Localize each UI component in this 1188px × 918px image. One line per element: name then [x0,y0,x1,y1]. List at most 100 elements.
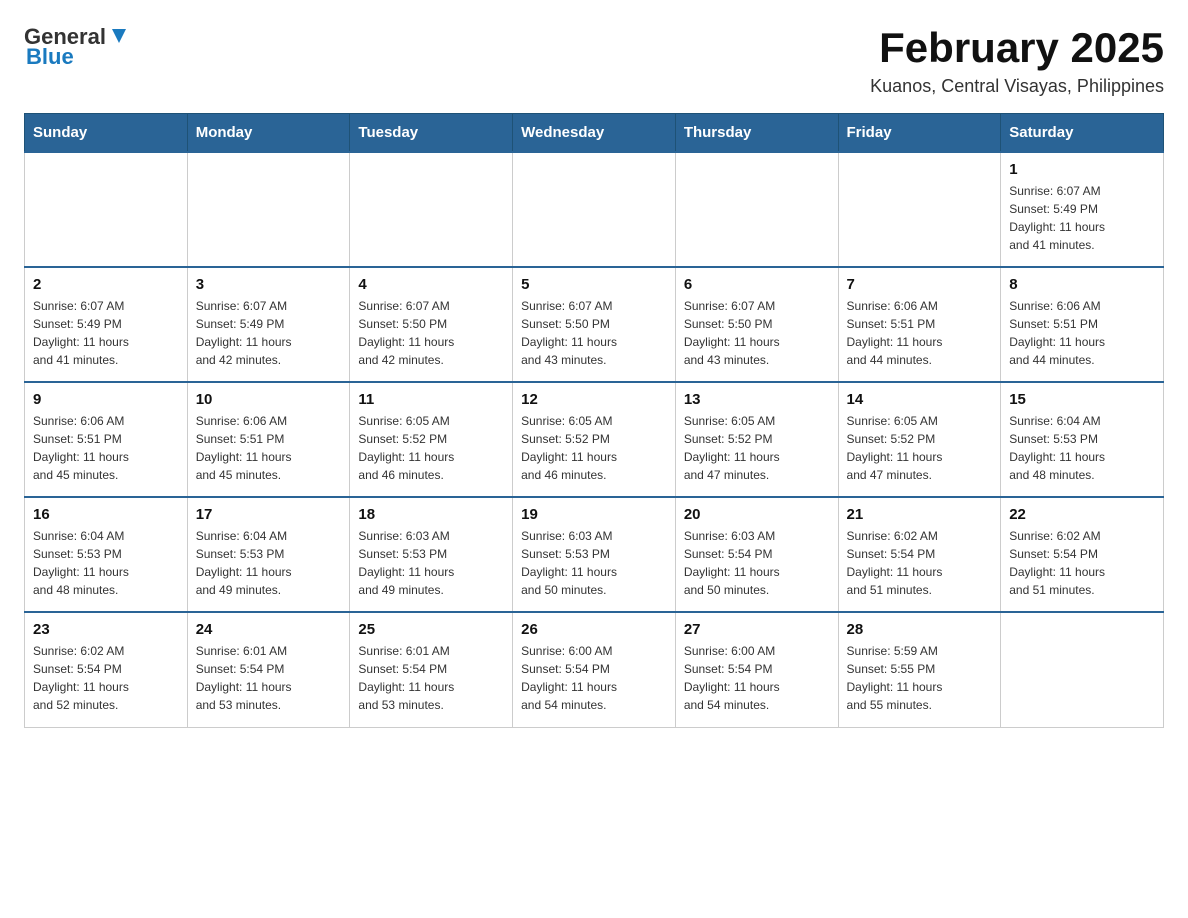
day-number: 10 [196,391,342,408]
day-number: 23 [33,621,179,638]
calendar-day-cell: 11 Sunrise: 6:05 AM Sunset: 5:52 PM Dayli… [350,382,513,497]
calendar-day-cell: 23 Sunrise: 6:02 AM Sunset: 5:54 PM Dayli… [25,612,188,727]
calendar-day-cell: 24 Sunrise: 6:01 AM Sunset: 5:54 PM Dayli… [187,612,350,727]
calendar-day-cell: 17 Sunrise: 6:04 AM Sunset: 5:53 PM Dayli… [187,497,350,612]
day-info: Sunrise: 6:06 AM Sunset: 5:51 PM Dayligh… [33,412,179,484]
day-number: 20 [684,506,830,523]
calendar-day-cell: 7Sunrise: 6:06 AM Sunset: 5:51 PM Daylig… [838,267,1001,382]
calendar-day-cell: 18 Sunrise: 6:03 AM Sunset: 5:53 PM Dayli… [350,497,513,612]
day-info: Sunrise: 6:07 AM Sunset: 5:49 PM Dayligh… [33,297,179,369]
day-number: 17 [196,506,342,523]
calendar-day-cell: 1 Sunrise: 6:07 AM Sunset: 5:49 PM Daylig… [1001,152,1164,267]
day-number: 2 [33,276,179,293]
calendar-day-cell: 27 Sunrise: 6:00 AM Sunset: 5:54 PM Dayli… [675,612,838,727]
day-number: 16 [33,506,179,523]
calendar-day-cell: 10Sunrise: 6:06 AM Sunset: 5:51 PM Dayli… [187,382,350,497]
calendar-day-cell: 5 Sunrise: 6:07 AM Sunset: 5:50 PM Daylig… [513,267,676,382]
day-number: 27 [684,621,830,638]
calendar-week-row: 1 Sunrise: 6:07 AM Sunset: 5:49 PM Daylig… [25,152,1164,267]
day-info: Sunrise: 6:03 AM Sunset: 5:54 PM Dayligh… [684,527,830,599]
day-number: 5 [521,276,667,293]
weekday-header-thursday: Thursday [675,114,838,153]
day-info: Sunrise: 6:03 AM Sunset: 5:53 PM Dayligh… [521,527,667,599]
day-info: Sunrise: 6:04 AM Sunset: 5:53 PM Dayligh… [1009,412,1155,484]
day-info: Sunrise: 6:07 AM Sunset: 5:50 PM Dayligh… [684,297,830,369]
day-number: 4 [358,276,504,293]
month-title: February 2025 [870,24,1164,72]
calendar-day-cell [675,152,838,267]
calendar-day-cell: 22 Sunrise: 6:02 AM Sunset: 5:54 PM Dayli… [1001,497,1164,612]
day-number: 19 [521,506,667,523]
calendar-week-row: 23 Sunrise: 6:02 AM Sunset: 5:54 PM Dayli… [25,612,1164,727]
day-number: 12 [521,391,667,408]
day-number: 28 [847,621,993,638]
location-subtitle: Kuanos, Central Visayas, Philippines [870,76,1164,97]
weekday-header-row: SundayMondayTuesdayWednesdayThursdayFrid… [25,114,1164,153]
calendar-day-cell: 8Sunrise: 6:06 AM Sunset: 5:51 PM Daylig… [1001,267,1164,382]
day-info: Sunrise: 6:05 AM Sunset: 5:52 PM Dayligh… [847,412,993,484]
calendar-day-cell: 21 Sunrise: 6:02 AM Sunset: 5:54 PM Dayli… [838,497,1001,612]
calendar-week-row: 16 Sunrise: 6:04 AM Sunset: 5:53 PM Dayli… [25,497,1164,612]
day-number: 24 [196,621,342,638]
day-number: 25 [358,621,504,638]
weekday-header-monday: Monday [187,114,350,153]
calendar-day-cell [838,152,1001,267]
day-info: Sunrise: 6:05 AM Sunset: 5:52 PM Dayligh… [521,412,667,484]
calendar-day-cell: 3Sunrise: 6:07 AM Sunset: 5:49 PM Daylig… [187,267,350,382]
day-number: 13 [684,391,830,408]
calendar-day-cell [513,152,676,267]
calendar-day-cell: 6 Sunrise: 6:07 AM Sunset: 5:50 PM Daylig… [675,267,838,382]
calendar-day-cell: 12 Sunrise: 6:05 AM Sunset: 5:52 PM Dayli… [513,382,676,497]
day-info: Sunrise: 6:03 AM Sunset: 5:53 PM Dayligh… [358,527,504,599]
day-number: 11 [358,391,504,408]
day-info: Sunrise: 6:05 AM Sunset: 5:52 PM Dayligh… [358,412,504,484]
calendar-day-cell: 15 Sunrise: 6:04 AM Sunset: 5:53 PM Dayli… [1001,382,1164,497]
day-info: Sunrise: 6:07 AM Sunset: 5:50 PM Dayligh… [358,297,504,369]
calendar-day-cell [1001,612,1164,727]
calendar-day-cell: 19 Sunrise: 6:03 AM Sunset: 5:53 PM Dayli… [513,497,676,612]
day-number: 21 [847,506,993,523]
day-info: Sunrise: 6:00 AM Sunset: 5:54 PM Dayligh… [684,642,830,714]
calendar-day-cell: 25Sunrise: 6:01 AM Sunset: 5:54 PM Dayli… [350,612,513,727]
weekday-header-friday: Friday [838,114,1001,153]
day-info: Sunrise: 5:59 AM Sunset: 5:55 PM Dayligh… [847,642,993,714]
weekday-header-sunday: Sunday [25,114,188,153]
day-number: 1 [1009,161,1155,178]
calendar-day-cell: 14 Sunrise: 6:05 AM Sunset: 5:52 PM Dayli… [838,382,1001,497]
page-header: General Blue February 2025 Kuanos, Centr… [24,24,1164,97]
day-info: Sunrise: 6:02 AM Sunset: 5:54 PM Dayligh… [1009,527,1155,599]
day-info: Sunrise: 6:05 AM Sunset: 5:52 PM Dayligh… [684,412,830,484]
calendar-day-cell [350,152,513,267]
day-number: 14 [847,391,993,408]
day-info: Sunrise: 6:02 AM Sunset: 5:54 PM Dayligh… [847,527,993,599]
logo: General Blue [24,24,130,70]
calendar-day-cell: 20 Sunrise: 6:03 AM Sunset: 5:54 PM Dayli… [675,497,838,612]
calendar-day-cell [187,152,350,267]
day-number: 22 [1009,506,1155,523]
day-info: Sunrise: 6:01 AM Sunset: 5:54 PM Dayligh… [196,642,342,714]
day-number: 15 [1009,391,1155,408]
day-info: Sunrise: 6:07 AM Sunset: 5:49 PM Dayligh… [196,297,342,369]
calendar-day-cell: 9 Sunrise: 6:06 AM Sunset: 5:51 PM Daylig… [25,382,188,497]
logo-blue-text: Blue [26,44,74,70]
day-info: Sunrise: 6:02 AM Sunset: 5:54 PM Dayligh… [33,642,179,714]
calendar-table: SundayMondayTuesdayWednesdayThursdayFrid… [24,113,1164,728]
logo-triangle-icon [108,25,130,47]
day-info: Sunrise: 6:06 AM Sunset: 5:51 PM Dayligh… [847,297,993,369]
weekday-header-saturday: Saturday [1001,114,1164,153]
weekday-header-wednesday: Wednesday [513,114,676,153]
day-number: 9 [33,391,179,408]
day-info: Sunrise: 6:04 AM Sunset: 5:53 PM Dayligh… [196,527,342,599]
calendar-day-cell: 2 Sunrise: 6:07 AM Sunset: 5:49 PM Daylig… [25,267,188,382]
calendar-week-row: 2 Sunrise: 6:07 AM Sunset: 5:49 PM Daylig… [25,267,1164,382]
calendar-day-cell: 28 Sunrise: 5:59 AM Sunset: 5:55 PM Dayli… [838,612,1001,727]
day-number: 26 [521,621,667,638]
day-info: Sunrise: 6:07 AM Sunset: 5:49 PM Dayligh… [1009,182,1155,254]
calendar-day-cell: 16Sunrise: 6:04 AM Sunset: 5:53 PM Dayli… [25,497,188,612]
calendar-day-cell: 26Sunrise: 6:00 AM Sunset: 5:54 PM Dayli… [513,612,676,727]
day-number: 18 [358,506,504,523]
day-info: Sunrise: 6:07 AM Sunset: 5:50 PM Dayligh… [521,297,667,369]
day-number: 6 [684,276,830,293]
title-area: February 2025 Kuanos, Central Visayas, P… [870,24,1164,97]
day-number: 8 [1009,276,1155,293]
